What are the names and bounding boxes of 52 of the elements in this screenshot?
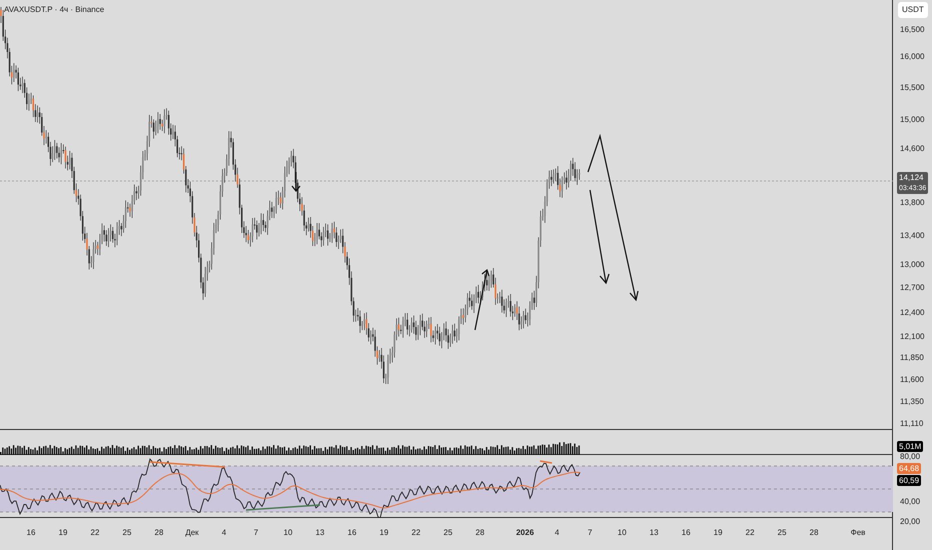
price-axis-label: 11,600 (900, 374, 924, 386)
price-axis-label: 11,110 (900, 418, 924, 430)
time-axis-label: 16 (26, 527, 36, 539)
time-axis-label: 16 (682, 527, 690, 539)
arrow-drawing (474, 269, 490, 330)
time-axis-label: 4 (222, 527, 226, 539)
time-axis-label: 16 (348, 527, 356, 539)
price-axis-label: 13,400 (900, 230, 924, 242)
time-axis-label: Фев (850, 527, 866, 539)
price-axis-label: 15,500 (900, 82, 924, 94)
currency-label[interactable]: USDT (898, 2, 928, 18)
time-axis-label: 2026 (516, 527, 534, 539)
time-axis-label: 19 (58, 527, 68, 539)
time-axis-label: 28 (810, 527, 818, 539)
price-axis-label: 11,850 (900, 352, 924, 364)
price-axis-label: 12,400 (900, 307, 924, 319)
time-axis-label: 25 (122, 527, 132, 539)
rsi-ma-value-tag: 64,68 (897, 463, 922, 474)
time-axis-label: 13 (650, 527, 658, 539)
time-axis-label: 22 (90, 527, 100, 539)
time-axis-label: 25 (444, 527, 452, 539)
symbol-title: AVAXUSDT.P · 4ч · Binance (4, 4, 104, 16)
price-axis-label: 15,000 (900, 114, 924, 126)
price-axis-label: 12,100 (900, 331, 924, 343)
price-axis-label: 14,600 (900, 143, 924, 155)
time-axis-label: 4 (554, 527, 560, 539)
time-axis-label: 7 (588, 527, 592, 539)
volume-value-tag: 5,01M (897, 441, 924, 452)
price-axis-label: 16,000 (900, 51, 924, 63)
price-axis-label: 13,800 (900, 197, 924, 209)
time-axis-label: 22 (746, 527, 754, 539)
time-axis-label: 22 (412, 527, 420, 539)
price-axis-label: 11,350 (900, 396, 924, 408)
rsi-axis-label: 20,00 (900, 516, 920, 528)
time-axis-label: 10 (284, 527, 292, 539)
rsi-value-tag: 60,59 (897, 475, 922, 486)
rsi-axis-label: 80,00 (900, 451, 920, 463)
rsi-axis-label: 40,00 (900, 496, 920, 508)
time-axis-label: 13 (316, 527, 324, 539)
last-price: 14,124 (899, 172, 924, 183)
price-axis-label: 13,000 (900, 259, 924, 271)
time-axis-label: 28 (476, 527, 484, 539)
time-axis-label: 25 (778, 527, 786, 539)
price-axis-label: 16,500 (900, 24, 924, 36)
price-axis-label: 12,700 (900, 282, 924, 294)
time-axis-label: Дек (185, 527, 199, 539)
time-axis-label: 28 (154, 527, 164, 539)
time-axis-label: 19 (380, 527, 388, 539)
time-axis-label: 10 (618, 527, 626, 539)
time-axis-label: 7 (254, 527, 258, 539)
arrow-drawing (292, 172, 300, 192)
time-axis-label: 19 (714, 527, 722, 539)
